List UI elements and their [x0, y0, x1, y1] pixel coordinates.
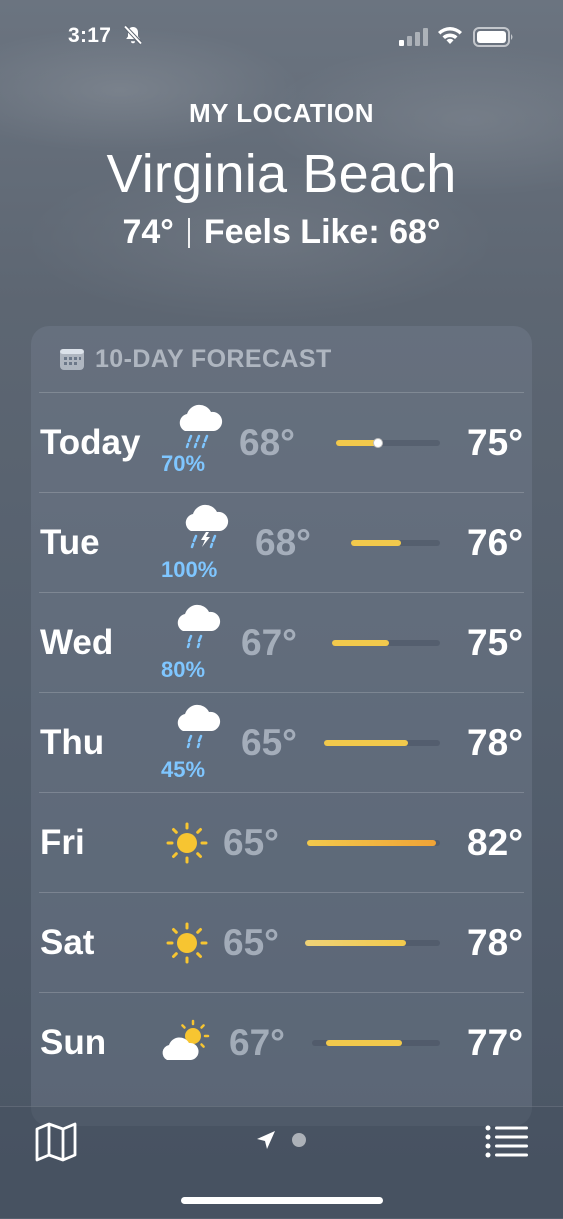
forecast-row[interactable]: Thu 45% 65° 78°	[39, 692, 524, 792]
forecast-row[interactable]: Tue 100% 68° 76°	[39, 492, 524, 592]
low-temp: 68°	[239, 421, 295, 463]
cloud-rain-icon	[177, 704, 221, 749]
temperature-range-fill	[324, 740, 408, 746]
temperature-range-bar	[307, 840, 440, 846]
silent-bell-icon	[123, 25, 143, 45]
temperature-range-fill	[326, 1040, 402, 1046]
temperature-range-fill	[305, 940, 406, 946]
cloud-bolt-rain-icon	[185, 504, 229, 549]
cloud-rain-icon	[177, 604, 221, 649]
high-temp: 75°	[467, 621, 523, 663]
partly-cloudy-icon	[162, 1019, 210, 1060]
sun-icon	[166, 822, 208, 864]
day-label: Tue	[40, 522, 100, 562]
day-label: Thu	[40, 722, 105, 762]
temperature-divider	[187, 217, 190, 248]
high-temp: 78°	[467, 721, 523, 763]
cloud-rain-icon	[179, 404, 223, 449]
wifi-icon	[438, 27, 462, 44]
high-temp: 76°	[467, 521, 523, 563]
temperature-range-bar	[305, 940, 440, 946]
forecast-card-header: 10-DAY FORECAST	[31, 326, 532, 392]
precipitation-chance: 70%	[161, 451, 206, 476]
status-bar: 3:17	[0, 0, 563, 70]
day-label: Today	[40, 422, 141, 462]
temperature-range-bar	[351, 540, 440, 546]
temperature-range-fill	[351, 540, 401, 546]
precipitation-chance: 45%	[161, 757, 206, 782]
precipitation-chance: 80%	[161, 657, 206, 682]
low-temp: 65°	[223, 821, 279, 863]
temperature-range-bar	[332, 640, 440, 646]
low-temp: 65°	[223, 921, 279, 963]
high-temp: 77°	[467, 1021, 523, 1063]
forecast-row[interactable]: Fri 65° 82°	[39, 792, 524, 892]
cellular-signal-icon	[399, 28, 428, 46]
forecast-row[interactable]: Sat 65° 78°	[39, 892, 524, 992]
forecast-row[interactable]: Today 70% 68° 75°	[39, 392, 524, 492]
temperature-range-fill	[307, 840, 436, 846]
high-temp: 78°	[467, 921, 523, 963]
current-temp-marker	[373, 438, 383, 448]
battery-icon	[473, 27, 513, 47]
ten-day-forecast-card[interactable]: 10-DAY FORECAST Today 70% 68° 75° Tue 10…	[31, 326, 532, 1126]
forecast-row[interactable]: Wed 80% 67° 75°	[39, 592, 524, 692]
low-temp: 67°	[241, 621, 297, 663]
list-icon[interactable]	[484, 1123, 530, 1161]
low-temp: 67°	[229, 1021, 285, 1063]
location-header: MY LOCATION Virginia Beach 74° Feels Lik…	[0, 98, 563, 252]
page-indicator-dot[interactable]	[292, 1133, 306, 1147]
forecast-row[interactable]: Sun 67° 77°	[39, 992, 524, 1092]
temperature-range-bar	[336, 438, 440, 448]
location-label: MY LOCATION	[188, 98, 375, 128]
current-temperature: 74°	[122, 213, 174, 251]
calendar-icon	[60, 349, 84, 370]
current-conditions: 74° Feels Like: 68°	[0, 213, 563, 252]
location-arrow-icon[interactable]	[255, 1129, 277, 1151]
low-temp: 68°	[255, 521, 311, 563]
day-label: Wed	[40, 622, 114, 662]
day-label: Sat	[40, 922, 95, 962]
high-temp: 82°	[467, 821, 523, 863]
map-icon[interactable]	[34, 1121, 78, 1163]
temperature-range-fill	[332, 640, 389, 646]
precipitation-chance: 100%	[161, 557, 218, 582]
low-temp: 65°	[241, 721, 297, 763]
feels-like-temperature: Feels Like: 68°	[203, 213, 441, 251]
high-temp: 75°	[467, 421, 523, 463]
status-time: 3:17	[68, 24, 112, 47]
day-label: Fri	[40, 822, 85, 862]
city-name: Virginia Beach	[106, 144, 457, 204]
sun-icon	[166, 922, 208, 964]
forecast-title: 10-DAY FORECAST	[95, 344, 332, 373]
day-label: Sun	[40, 1022, 107, 1062]
temperature-range-bar	[324, 740, 440, 746]
home-indicator[interactable]	[181, 1197, 383, 1204]
temperature-range-bar	[312, 1040, 440, 1046]
